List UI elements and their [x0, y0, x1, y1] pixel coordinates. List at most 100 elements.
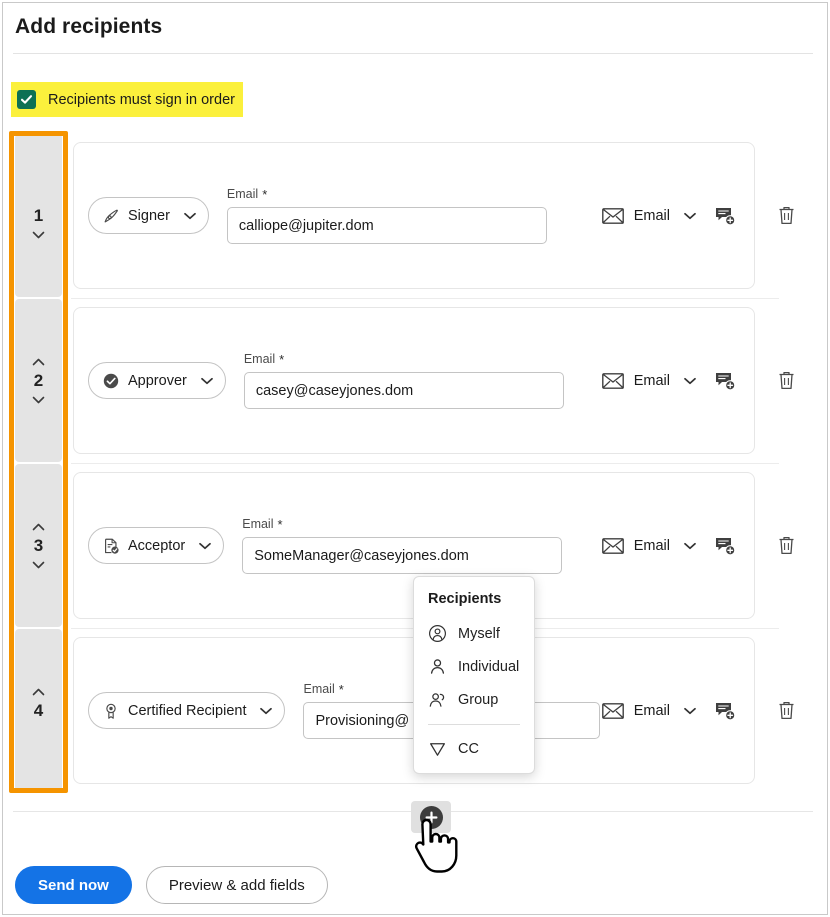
recipient-row-controls: Email	[600, 203, 740, 229]
move-down-icon[interactable]	[31, 394, 47, 405]
delivery-method-label: Email	[633, 702, 670, 719]
move-up-icon[interactable]	[31, 521, 47, 532]
delete-recipient-button[interactable]	[769, 628, 803, 793]
order-control-4[interactable]: 4	[15, 629, 62, 792]
recipient-row-controls: Email	[600, 698, 740, 724]
email-input[interactable]	[242, 537, 563, 574]
chevron-down-icon[interactable]	[684, 212, 696, 220]
required-marker: *	[262, 186, 268, 202]
role-select[interactable]: Approver	[88, 362, 226, 399]
menu-item-label: Individual	[458, 658, 520, 675]
add-private-message-icon[interactable]	[712, 368, 738, 394]
menu-item-group[interactable]: Group	[414, 683, 534, 716]
chevron-down-icon[interactable]	[184, 212, 196, 220]
email-field-label: Email *	[227, 187, 547, 201]
recipient-row: 3 Acceptor Email * SomeManager@caseyjone…	[15, 463, 805, 628]
email-field-group: Email *	[242, 517, 563, 574]
email-input[interactable]	[243, 372, 564, 409]
envelope-icon	[600, 533, 626, 559]
move-up-icon[interactable]	[31, 356, 47, 367]
sign-in-order-row[interactable]: Recipients must sign in order	[11, 82, 243, 117]
recipient-card: Signer Email * calliope@jupiter.dom Emai…	[73, 142, 755, 289]
recipients-list: 1 Signer Email * calliope@jupiter.dom Em…	[15, 133, 805, 793]
delete-recipient-button[interactable]	[769, 463, 803, 628]
order-control-2[interactable]: 2	[15, 299, 62, 462]
send-paper-plane-icon	[428, 739, 447, 758]
role-select[interactable]: Acceptor	[88, 527, 225, 564]
move-down-icon[interactable]	[31, 229, 47, 240]
award-ribbon-icon	[102, 702, 120, 720]
delete-recipient-button[interactable]	[769, 298, 803, 463]
check-circle-icon	[102, 372, 120, 390]
page-title: Add recipients	[15, 15, 163, 38]
role-label: Approver	[128, 372, 187, 389]
envelope-icon	[600, 203, 626, 229]
chevron-down-icon[interactable]	[684, 377, 696, 385]
email-input[interactable]	[226, 207, 547, 244]
add-recipient-button[interactable]	[411, 801, 451, 833]
add-private-message-icon[interactable]	[712, 533, 738, 559]
delivery-method-select[interactable]: Email	[600, 698, 696, 724]
required-marker: *	[277, 516, 283, 532]
envelope-icon	[600, 698, 626, 724]
add-private-message-icon[interactable]	[712, 698, 738, 724]
user-icon	[428, 657, 447, 676]
role-select[interactable]: Certified Recipient	[88, 692, 286, 729]
role-select[interactable]: Signer	[88, 197, 209, 234]
role-label: Signer	[128, 207, 170, 224]
menu-item-label: Myself	[458, 625, 500, 642]
document-check-icon	[102, 537, 120, 555]
chevron-down-icon[interactable]	[684, 542, 696, 550]
menu-header: Recipients	[428, 591, 502, 607]
email-label-text: Email	[303, 682, 335, 696]
delivery-method-label: Email	[633, 537, 670, 554]
order-control-1[interactable]: 1	[15, 134, 62, 297]
footer-actions: Send now Preview & add fields	[15, 866, 328, 904]
recipient-row: 1 Signer Email * calliope@jupiter.dom Em…	[15, 133, 805, 298]
order-control-3[interactable]: 3	[15, 464, 62, 627]
chevron-down-icon[interactable]	[684, 707, 696, 715]
move-down-icon[interactable]	[31, 559, 47, 570]
send-now-button[interactable]: Send now	[15, 866, 132, 904]
email-label-text: Email	[226, 187, 259, 201]
pen-nib-icon	[102, 207, 120, 225]
move-up-icon[interactable]	[31, 686, 47, 697]
required-marker: *	[279, 351, 285, 367]
delivery-method-label: Email	[633, 372, 670, 389]
menu-divider	[428, 724, 520, 725]
chevron-down-icon[interactable]	[260, 707, 273, 715]
delivery-method-select[interactable]: Email	[600, 203, 696, 229]
role-label: Certified Recipient	[128, 702, 247, 719]
add-recipient-menu[interactable]: Recipients Myself Individual Group CC	[413, 576, 535, 774]
recipient-row: 2 Approver Email * casey@caseyjones.dom …	[15, 298, 805, 463]
email-field-label: Email *	[242, 517, 562, 531]
menu-item-individual[interactable]: Individual	[414, 650, 534, 683]
preview-add-fields-button[interactable]: Preview & add fields	[145, 866, 328, 904]
delivery-method-select[interactable]: Email	[600, 533, 696, 559]
chevron-down-icon[interactable]	[200, 377, 213, 385]
menu-item-myself[interactable]: Myself	[414, 617, 534, 650]
delivery-method-label: Email	[633, 207, 670, 224]
chevron-down-icon[interactable]	[199, 542, 212, 550]
order-number: 1	[33, 206, 44, 225]
sign-in-order-checkbox[interactable]	[17, 90, 36, 109]
email-field-group: Email *	[243, 352, 564, 409]
recipient-row: 4 Certified Recipient Email * Provisioni…	[15, 628, 805, 793]
order-number: 4	[33, 701, 44, 720]
menu-item-cc[interactable]: CC	[414, 732, 534, 765]
menu-item-label: Group	[458, 691, 499, 708]
email-label-text: Email	[242, 517, 274, 531]
recipient-card: Approver Email * casey@caseyjones.dom Em…	[73, 307, 755, 454]
sign-in-order-label: Recipients must sign in order	[48, 91, 235, 108]
delete-recipient-button[interactable]	[769, 133, 803, 298]
email-field-label: Email *	[244, 352, 564, 366]
add-private-message-icon[interactable]	[712, 203, 738, 229]
user-circle-icon	[428, 624, 447, 643]
email-label-text: Email	[243, 352, 276, 366]
title-divider	[13, 53, 813, 54]
add-recipients-window: Add recipients Recipients must sign in o…	[2, 2, 828, 915]
delivery-method-select[interactable]: Email	[600, 368, 696, 394]
recipient-row-controls: Email	[600, 533, 740, 559]
email-field-group: Email *	[226, 187, 547, 244]
order-number: 3	[33, 536, 44, 555]
